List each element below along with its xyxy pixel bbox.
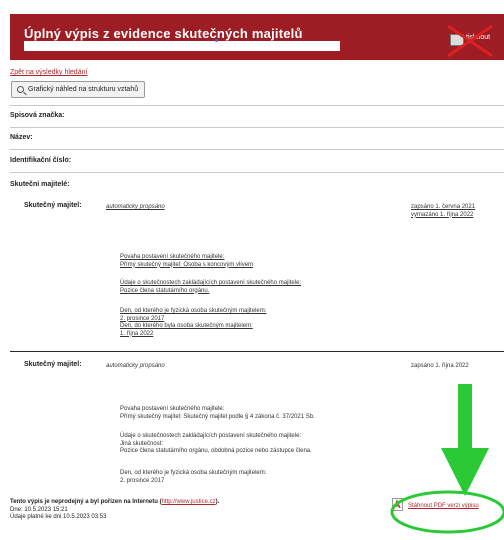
owner-1-detail: Údaje o skutečnostech zakládajících post…	[120, 280, 302, 286]
top-band	[0, 0, 504, 14]
divider	[10, 105, 504, 106]
page-title: Úplný výpis z evidence skutečných majite…	[24, 26, 303, 41]
footer-note-text: Tento výpis je neprodejný a byl pořízen …	[10, 499, 162, 505]
owner-2-name: automaticky propsáno	[106, 363, 165, 369]
owner-2-detail: Údaje o skutečnostech zakládajících post…	[120, 433, 302, 439]
download-pdf-link[interactable]: Stáhnout PDF verzi výpisu	[408, 503, 479, 509]
graph-view-button[interactable]: Grafický náhled na strukturu vztahů	[11, 81, 146, 98]
pdf-icon	[392, 498, 403, 511]
owner-2-detail: Přímý skutečný majitel: Skutečný majitel…	[120, 413, 315, 420]
owner-2-detail: Den, od kterého je fyzická osoba skutečn…	[120, 470, 267, 476]
divider	[10, 127, 504, 128]
print-button[interactable]: tisknout	[444, 24, 504, 58]
owner-1-registered: zapsáno 1. června 2021	[411, 204, 476, 210]
owner-1-deleted: vymazáno 1. října 2022	[411, 211, 474, 218]
owner-2-detail: Jiná skutečnost:	[120, 440, 164, 447]
graph-view-label: Grafický náhled na strukturu vztahů	[28, 86, 139, 93]
main-content: Zpět na výsledky hledání Grafický náhled…	[10, 60, 504, 540]
justice-link[interactable]: http://www.justice.cz	[162, 499, 216, 505]
owner-1-detail: Povaha postavení skutečného majitele:	[120, 254, 225, 260]
divider	[10, 149, 504, 150]
footer-valid: Údaje platné ke dni 10.5.2023 03:53	[10, 514, 107, 520]
owner-1-detail: 2. prosince 2017	[120, 315, 165, 322]
owner-1-detail: Pozice člena statutárního orgánu.	[120, 287, 210, 294]
owner-1-name: automaticky propsáno	[106, 204, 165, 210]
owner-1-detail: 1. října 2022	[120, 330, 154, 337]
owner-2-detail: Povaha postavení skutečného majitele:	[120, 406, 225, 412]
owner-1-detail: Přímý skutečný majitel: Osoba s koncovým…	[120, 261, 254, 268]
label-skutecni-majitele: Skuteční majitelé:	[10, 181, 70, 188]
owner-1-label: Skutečný majitel:	[24, 202, 82, 209]
label-ico: Identifikační číslo:	[10, 157, 72, 164]
owner-2-detail: Pozice člena statutárního orgánu, obdobn…	[120, 448, 312, 454]
label-spisova-znacka: Spisová značka:	[10, 112, 65, 119]
footer-date: Dne: 10.5.2023 15:21	[10, 506, 68, 513]
redacted-subject-bar	[24, 41, 340, 51]
page-header: Úplný výpis z evidence skutečných majite…	[10, 14, 504, 60]
owner-2-registered: zapsáno 1. října 2022	[411, 363, 469, 369]
owner-1-detail: Den, do kterého byla osoba skutečným maj…	[120, 323, 253, 329]
divider	[10, 172, 504, 173]
owner-2-label: Skutečný majitel:	[24, 361, 82, 368]
owner-divider	[10, 351, 504, 352]
owner-2-detail: 2. prosince 2017	[120, 477, 165, 484]
back-to-results-link[interactable]: Zpět na výsledky hledání	[10, 69, 87, 76]
footer-note: Tento výpis je neprodejný a byl pořízen …	[10, 499, 219, 522]
label-nazev: Název:	[10, 134, 33, 141]
red-cross-icon	[447, 24, 493, 58]
footer-note-end: ).	[215, 499, 220, 505]
magnifier-icon	[17, 86, 24, 93]
cursor-dot	[215, 39, 218, 42]
footer-note-line: Tento výpis je neprodejný a byl pořízen …	[10, 499, 219, 507]
owner-1-detail: Den, od kterého je fyzická osoba skutečn…	[120, 308, 267, 314]
